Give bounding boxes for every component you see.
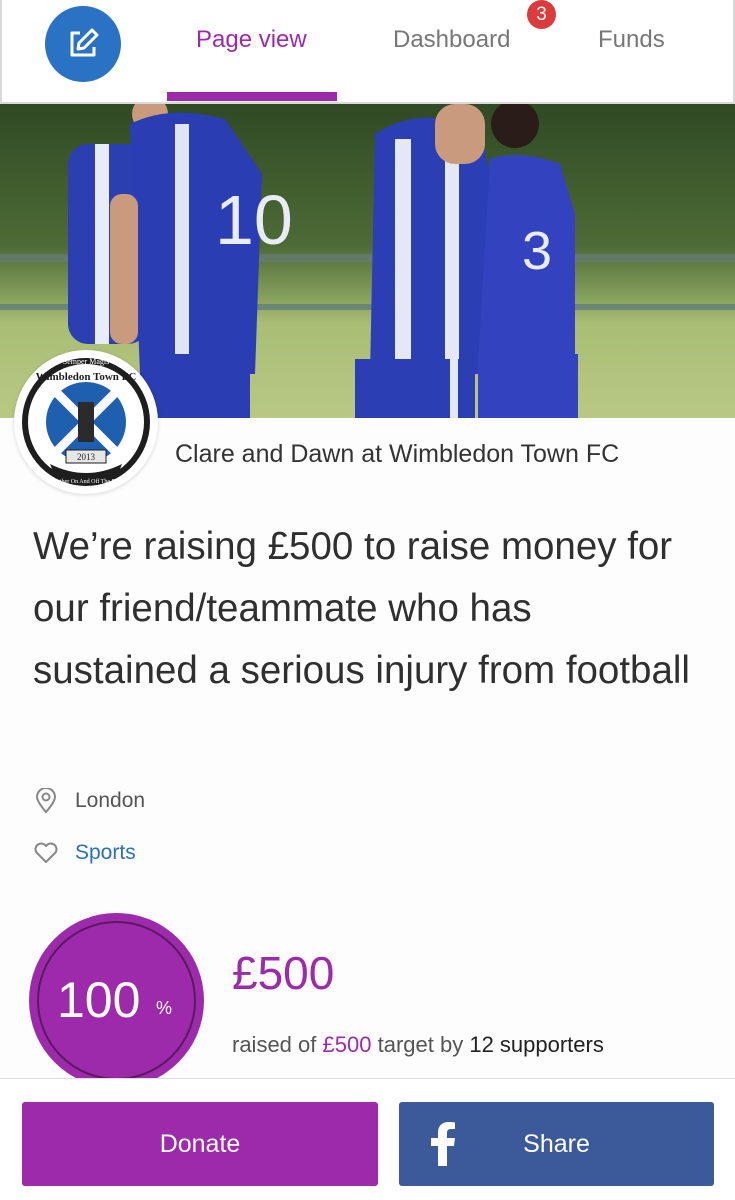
location-pin-icon <box>33 788 59 814</box>
notification-badge: 3 <box>527 0 556 29</box>
tab-dashboard[interactable]: Dashboard <box>393 26 510 54</box>
progress-percent: 100 <box>57 972 141 1028</box>
location-text: London <box>75 789 146 812</box>
edit-page-button[interactable] <box>45 6 121 82</box>
tab-funds[interactable]: Funds <box>598 26 665 54</box>
heart-icon <box>33 840 59 866</box>
club-crest-icon: 2013 Semper Magis Wimbledon Town FC Toge… <box>22 357 150 486</box>
raised-amount: £500 <box>232 947 335 999</box>
target-suffix: target by <box>377 1032 464 1057</box>
svg-text:Wimbledon Town FC: Wimbledon Town FC <box>36 371 137 383</box>
page-headline: We’re raising £500 to raise money for ou… <box>33 525 690 692</box>
club-logo: 2013 Semper Magis Wimbledon Town FC Toge… <box>14 350 158 494</box>
supporters-count: 12 supporters <box>469 1032 604 1057</box>
progress-circle: 100 % <box>29 913 204 1088</box>
category-link[interactable]: Sports <box>75 841 136 865</box>
svg-text:2013: 2013 <box>77 452 96 462</box>
target-amount: £500 <box>322 1032 372 1057</box>
donate-button[interactable]: Donate <box>22 1102 378 1186</box>
svg-text:3: 3 <box>522 221 552 281</box>
edit-icon <box>70 28 99 57</box>
svg-text:Semper Magis: Semper Magis <box>63 357 109 366</box>
active-tab-indicator <box>167 92 337 101</box>
share-button[interactable]: Share <box>399 1102 714 1186</box>
raised-prefix: raised of <box>232 1032 317 1057</box>
percent-sign: % <box>156 998 173 1018</box>
action-bar: Donate Share <box>0 1078 735 1200</box>
svg-text:10: 10 <box>215 181 293 259</box>
svg-text:Together On And Off The Pitch: Together On And Off The Pitch <box>48 478 124 485</box>
top-navigation: Page view Dashboard 3 Funds <box>0 0 735 104</box>
tab-page-view[interactable]: Page view <box>196 26 307 54</box>
location-row: London <box>33 788 145 814</box>
share-label: Share <box>523 1130 590 1158</box>
page-owner-name[interactable]: Clare and Dawn at Wimbledon Town FC <box>175 440 619 469</box>
category-row[interactable]: Sports <box>33 840 136 866</box>
raised-summary: raised of £500 target by 12 supporters <box>232 1032 604 1058</box>
